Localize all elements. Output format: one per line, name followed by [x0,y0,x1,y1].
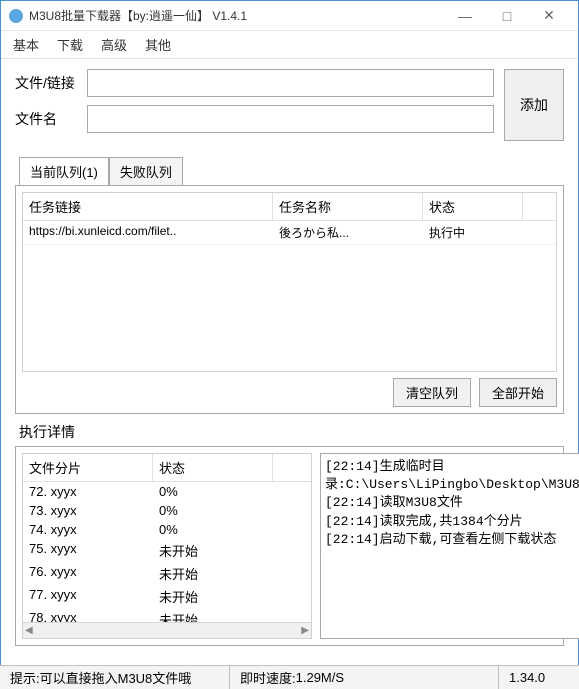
shard-header-name[interactable]: 文件分片 [23,454,153,481]
clear-queue-button[interactable]: 清空队列 [393,378,471,407]
add-button[interactable]: 添加 [504,69,564,141]
list-item[interactable]: 73. xyyx0% [23,501,311,520]
shard-status: 0% [153,501,273,520]
app-icon [9,9,23,23]
file-link-label: 文件/链接 [15,73,87,93]
shard-status: 0% [153,520,273,539]
file-link-input[interactable] [87,69,494,97]
menu-download[interactable]: 下载 [57,35,83,54]
list-item[interactable]: 78. xyyx未开始 [23,608,311,622]
maximize-button[interactable]: □ [486,2,528,30]
log-box: [22:14]生成临时目录:C:\Users\LiPingbo\Desktop\… [320,453,579,639]
queue-grid-body: https://bi.xunleicd.com/filet.. 後ろから私...… [23,221,556,371]
log-line: [22:14]读取完成,共1384个分片 [325,513,579,531]
detail-panel: 文件分片 状态 72. xyyx0%73. xyyx0%74. xyyx0%75… [15,446,564,646]
queue-grid: 任务链接 任务名称 状态 https://bi.xunleicd.com/fil… [22,192,557,372]
queue-cell-link: https://bi.xunleicd.com/filet.. [23,221,273,244]
shard-grid: 文件分片 状态 72. xyyx0%73. xyyx0%74. xyyx0%75… [22,453,312,639]
status-tip: 提示:可以直接拖入M3U8文件哦 [0,666,230,689]
status-speed: 即时速度:1.29M/S [230,666,499,689]
menu-other[interactable]: 其他 [145,35,171,54]
shard-header-status[interactable]: 状态 [153,454,273,481]
shard-name: 74. xyyx [23,520,153,539]
tab-current-queue[interactable]: 当前队列(1) [19,157,109,185]
log-line: [22:14]读取M3U8文件 [325,494,579,512]
log-content: [22:14]生成临时目录:C:\Users\LiPingbo\Desktop\… [325,458,579,549]
list-item[interactable]: 75. xyyx未开始 [23,539,311,562]
statusbar: 提示:可以直接拖入M3U8文件哦 即时速度:1.29M/S 1.34.0 [0,665,579,689]
start-all-button[interactable]: 全部开始 [479,378,557,407]
shard-grid-body: 72. xyyx0%73. xyyx0%74. xyyx0%75. xyyx未开… [23,482,311,622]
list-item[interactable]: 74. xyyx0% [23,520,311,539]
table-row[interactable]: https://bi.xunleicd.com/filet.. 後ろから私...… [23,221,556,245]
close-button[interactable]: ✕ [528,2,570,30]
queue-panel: 任务链接 任务名称 状态 https://bi.xunleicd.com/fil… [15,185,564,414]
window-controls: — □ ✕ [444,2,570,30]
menu-basic[interactable]: 基本 [13,35,39,54]
speed-label: 即时速度: [240,668,296,687]
log-line: [22:14]启动下载,可查看左侧下载状态 [325,531,579,549]
file-name-label: 文件名 [15,109,87,129]
queue-cell-status: 执行中 [423,221,523,244]
titlebar: M3U8批量下载器【by:逍遥一仙】 V1.4.1 — □ ✕ [1,1,578,31]
status-version: 1.34.0 [499,666,579,689]
queue-tabs: 当前队列(1) 失败队列 [19,157,564,185]
queue-header-status[interactable]: 状态 [423,193,523,220]
speed-value: 1.29M/S [296,670,344,685]
shard-status: 未开始 [153,539,273,562]
window-title: M3U8批量下载器【by:逍遥一仙】 V1.4.1 [29,7,444,24]
list-item[interactable]: 77. xyyx未开始 [23,585,311,608]
file-name-input[interactable] [87,105,494,133]
queue-header-name[interactable]: 任务名称 [273,193,423,220]
queue-cell-name: 後ろから私... [273,221,423,244]
log-line: [22:14]生成临时目录:C:\Users\LiPingbo\Desktop\… [325,458,579,494]
shard-name: 75. xyyx [23,539,153,562]
menu-advanced[interactable]: 高级 [101,35,127,54]
detail-label: 执行详情 [19,422,564,442]
shard-status: 0% [153,482,273,501]
shard-name: 72. xyyx [23,482,153,501]
menubar: 基本 下载 高级 其他 [1,31,578,59]
shard-name: 76. xyyx [23,562,153,585]
queue-header-link[interactable]: 任务链接 [23,193,273,220]
shard-name: 73. xyyx [23,501,153,520]
shard-status: 未开始 [153,562,273,585]
shard-status: 未开始 [153,608,273,622]
shard-status: 未开始 [153,585,273,608]
list-item[interactable]: 76. xyyx未开始 [23,562,311,585]
tab-failed-queue[interactable]: 失败队列 [109,157,183,185]
list-item[interactable]: 72. xyyx0% [23,482,311,501]
minimize-button[interactable]: — [444,2,486,30]
shard-name: 77. xyyx [23,585,153,608]
horizontal-scrollbar[interactable]: ◀▶ [23,622,311,638]
shard-name: 78. xyyx [23,608,153,622]
